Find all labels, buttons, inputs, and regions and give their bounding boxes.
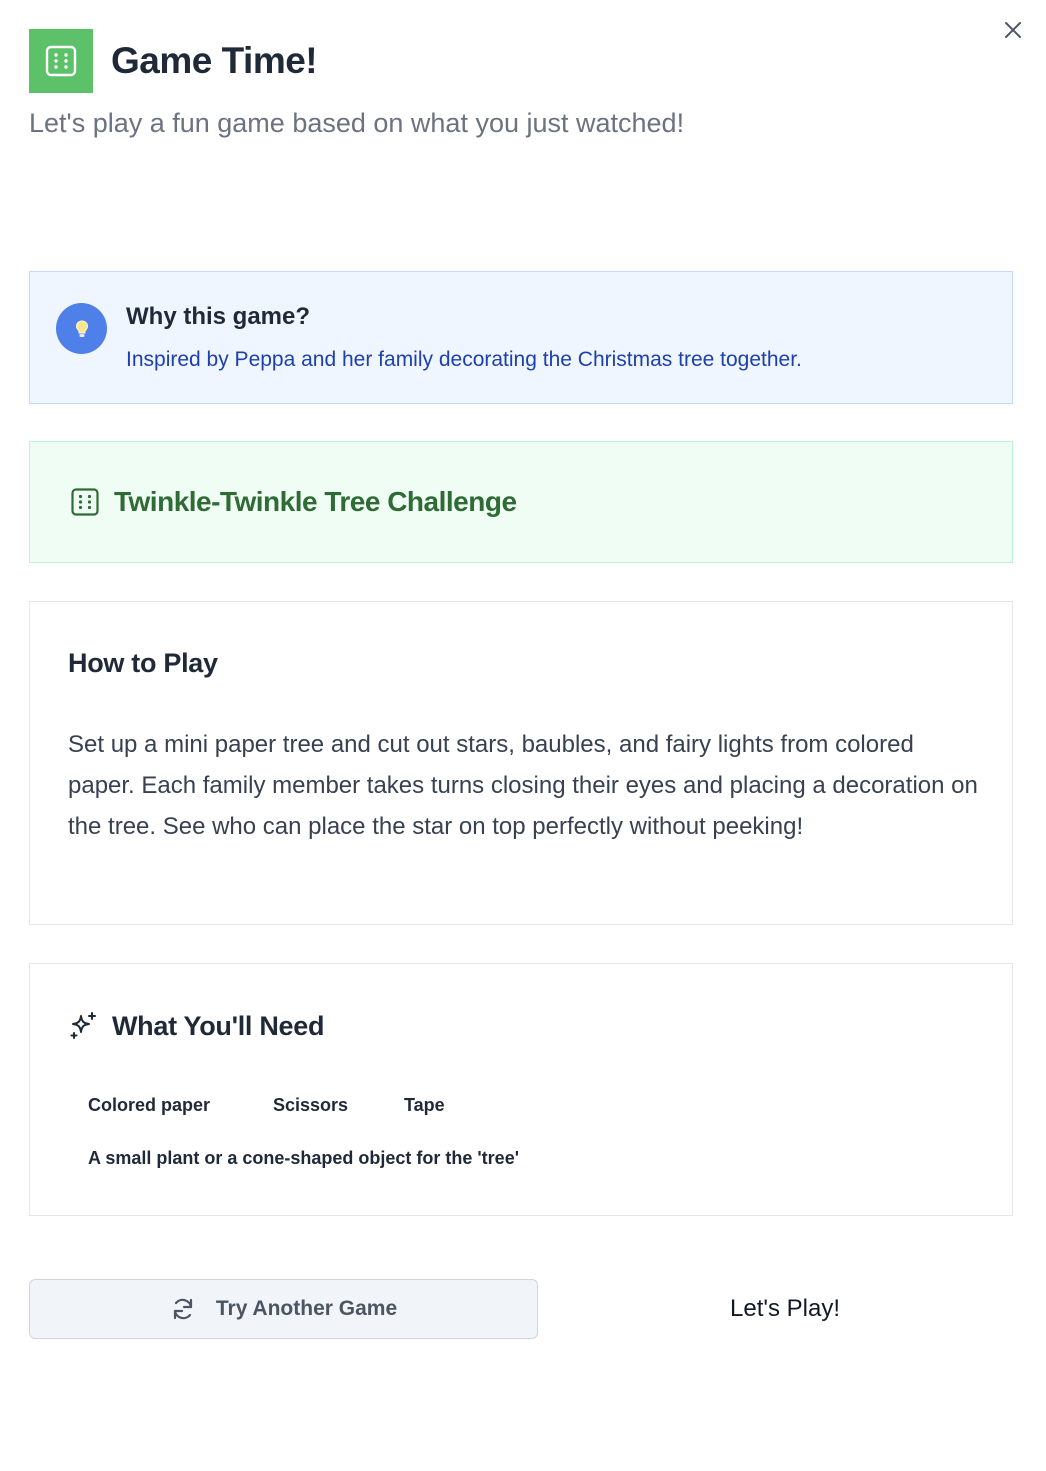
close-icon (1005, 22, 1021, 38)
lets-play-label: Let's Play! (730, 1295, 840, 1322)
how-to-play-text: Set up a mini paper tree and cut out sta… (68, 731, 978, 840)
try-another-game-button[interactable]: Try Another Game (29, 1279, 538, 1339)
why-icon-circle (56, 303, 107, 354)
what-you-need-header: What You'll Need (68, 1010, 324, 1042)
try-another-game-label: Try Another Game (215, 1297, 398, 1320)
why-title: Why this game? (126, 303, 311, 330)
what-you-need-card: What You'll Need Colored paper Scissors … (29, 963, 1013, 1216)
game-title: Twinkle-Twinkle Tree Challenge (114, 486, 517, 517)
why-this-game-card: Why this game? Inspired by Peppa and her… (29, 271, 1013, 404)
need-item: Scissors (273, 1095, 349, 1115)
need-item: Colored paper (88, 1095, 211, 1115)
dice-icon (71, 488, 99, 516)
close-button[interactable] (1000, 17, 1026, 43)
header-icon-box (29, 29, 93, 93)
lightbulb-icon (75, 319, 88, 337)
game-title-card: Twinkle-Twinkle Tree Challenge (29, 441, 1013, 563)
page-title: Game Time! (111, 40, 318, 81)
refresh-icon (173, 1298, 192, 1320)
what-you-need-title: What You'll Need (112, 1010, 325, 1041)
why-text: Inspired by Peppa and her family decorat… (126, 348, 802, 371)
how-to-play-title: How to Play (68, 648, 218, 678)
sparkles-icon (70, 1012, 96, 1039)
page-subtitle: Let's play a fun game based on what you … (29, 108, 685, 138)
need-item: Tape (404, 1095, 445, 1115)
header: Game Time! (29, 29, 318, 93)
how-to-play-card: How to Play Set up a mini paper tree and… (29, 601, 1013, 925)
need-item: A small plant or a cone-shaped object fo… (88, 1148, 519, 1168)
lets-play-button[interactable]: Let's Play! (538, 1279, 1032, 1339)
dice-icon (45, 45, 77, 77)
